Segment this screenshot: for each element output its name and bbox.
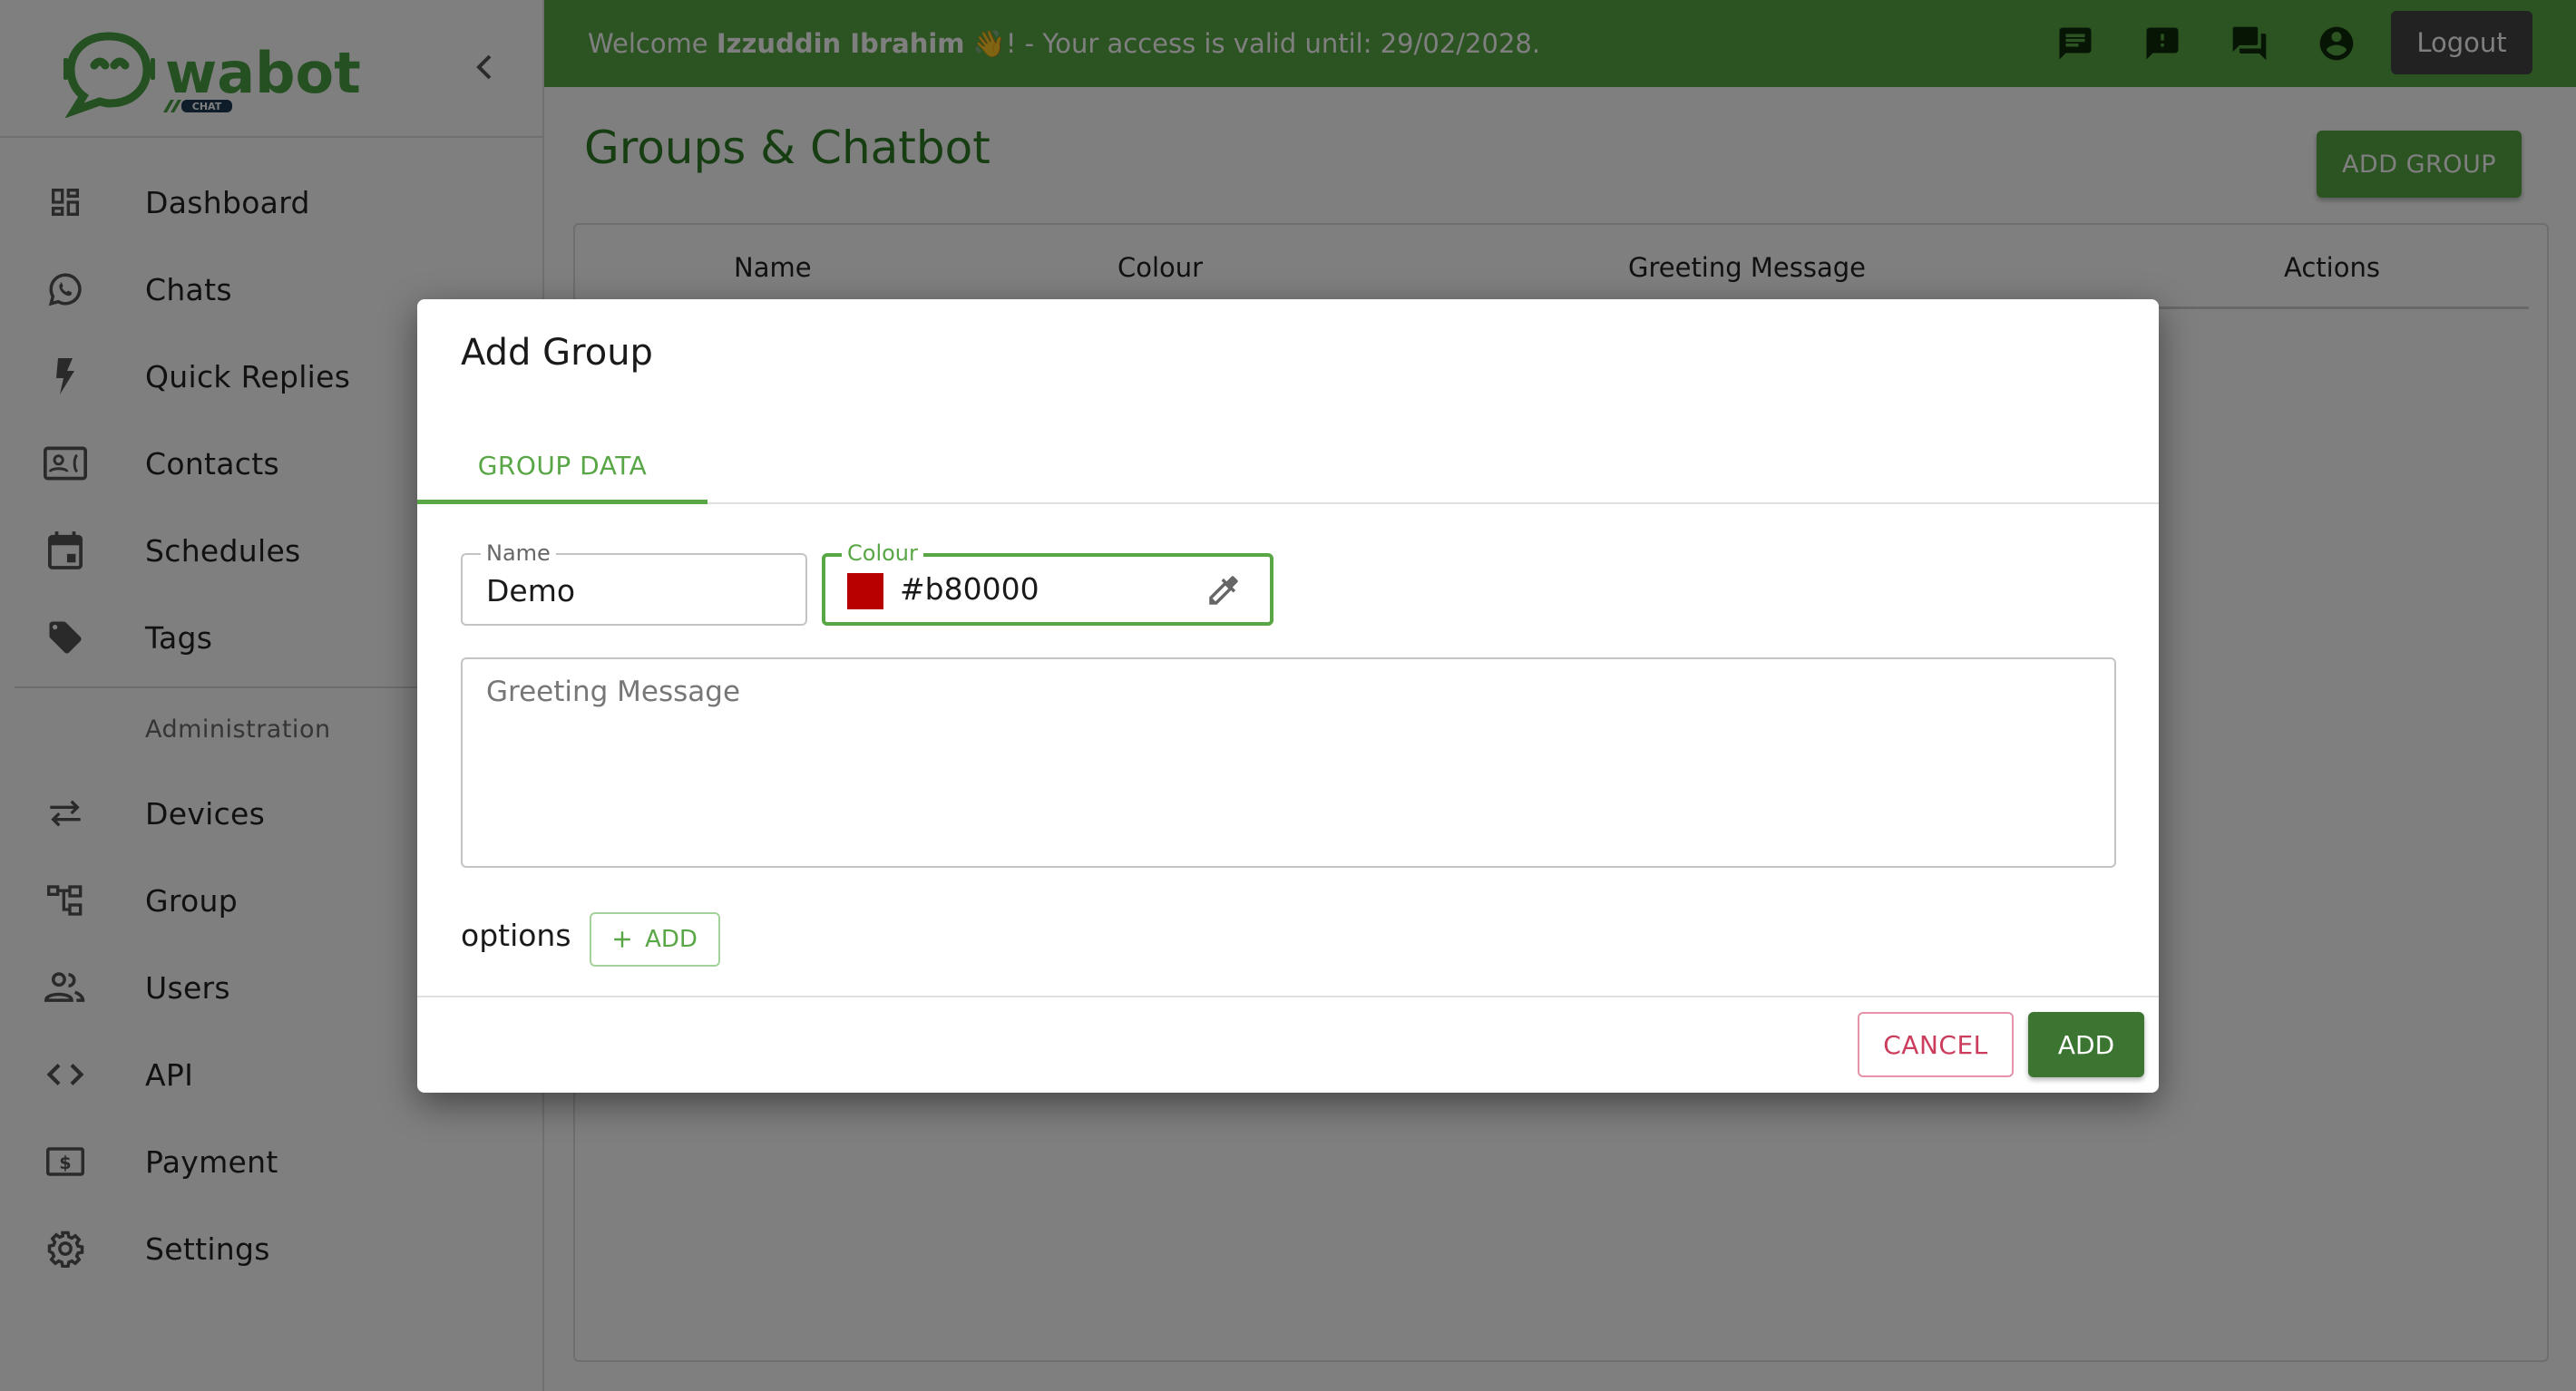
add-option-button[interactable]: ADD <box>590 912 720 967</box>
colour-input[interactable]: #b80000 <box>900 571 1039 607</box>
colour-field[interactable]: Colour #b80000 <box>822 540 1273 626</box>
name-input[interactable]: Demo <box>486 573 575 608</box>
dialog-tabs: GROUP DATA <box>417 426 2159 504</box>
add-button[interactable]: ADD <box>2028 1012 2144 1077</box>
name-field-label: Name <box>481 540 556 566</box>
colour-swatch[interactable] <box>847 573 883 609</box>
greeting-message-field[interactable] <box>461 657 2116 868</box>
eyedropper-icon[interactable] <box>1205 571 1243 609</box>
plus-icon <box>614 931 630 948</box>
dialog-title: Add Group <box>461 332 653 374</box>
options-label: options <box>461 918 571 953</box>
tab-group-data[interactable]: GROUP DATA <box>417 426 707 504</box>
name-field[interactable]: Name Demo <box>461 540 807 626</box>
cancel-button[interactable]: CANCEL <box>1858 1012 2014 1077</box>
tab-indicator <box>417 500 707 504</box>
add-group-dialog: Add Group GROUP DATA Name Demo Colour #b… <box>417 299 2159 1093</box>
dialog-divider <box>417 996 2159 997</box>
greeting-message-input[interactable] <box>463 659 2114 866</box>
add-option-label: ADD <box>645 926 698 953</box>
colour-field-label: Colour <box>842 540 923 566</box>
